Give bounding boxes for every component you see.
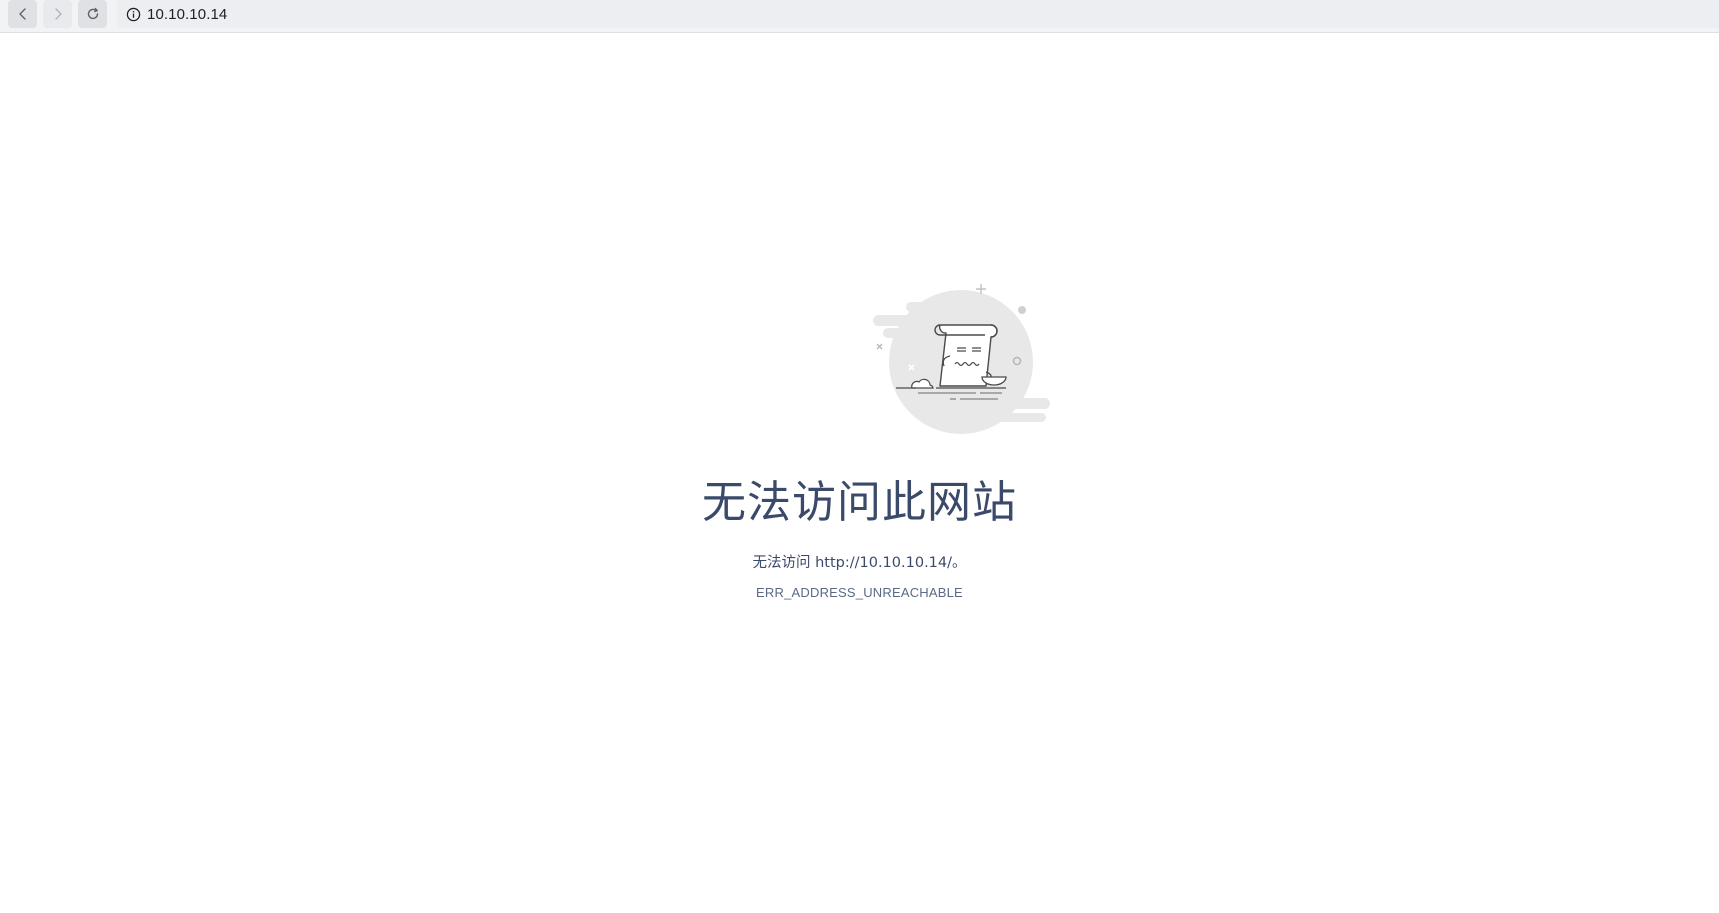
error-detail: 无法访问 http://10.10.10.14/。: [752, 555, 967, 571]
reload-icon: [87, 7, 98, 20]
address-bar[interactable]: 10.10.10.14: [117, 0, 1719, 28]
url-text[interactable]: 10.10.10.14: [147, 6, 227, 23]
chevron-right-icon: [54, 8, 62, 20]
info-icon[interactable]: [125, 6, 141, 22]
broken-page-illustration: [873, 284, 1050, 434]
chevron-left-icon: [18, 8, 26, 20]
forward-button[interactable]: [43, 0, 72, 28]
reload-button[interactable]: [78, 0, 107, 28]
browser-toolbar: 10.10.10.14: [0, 0, 1719, 33]
error-title: 无法访问此网站: [702, 477, 1017, 528]
back-button[interactable]: [8, 0, 37, 28]
error-code: ERR_ADDRESS_UNREACHABLE: [756, 585, 963, 600]
